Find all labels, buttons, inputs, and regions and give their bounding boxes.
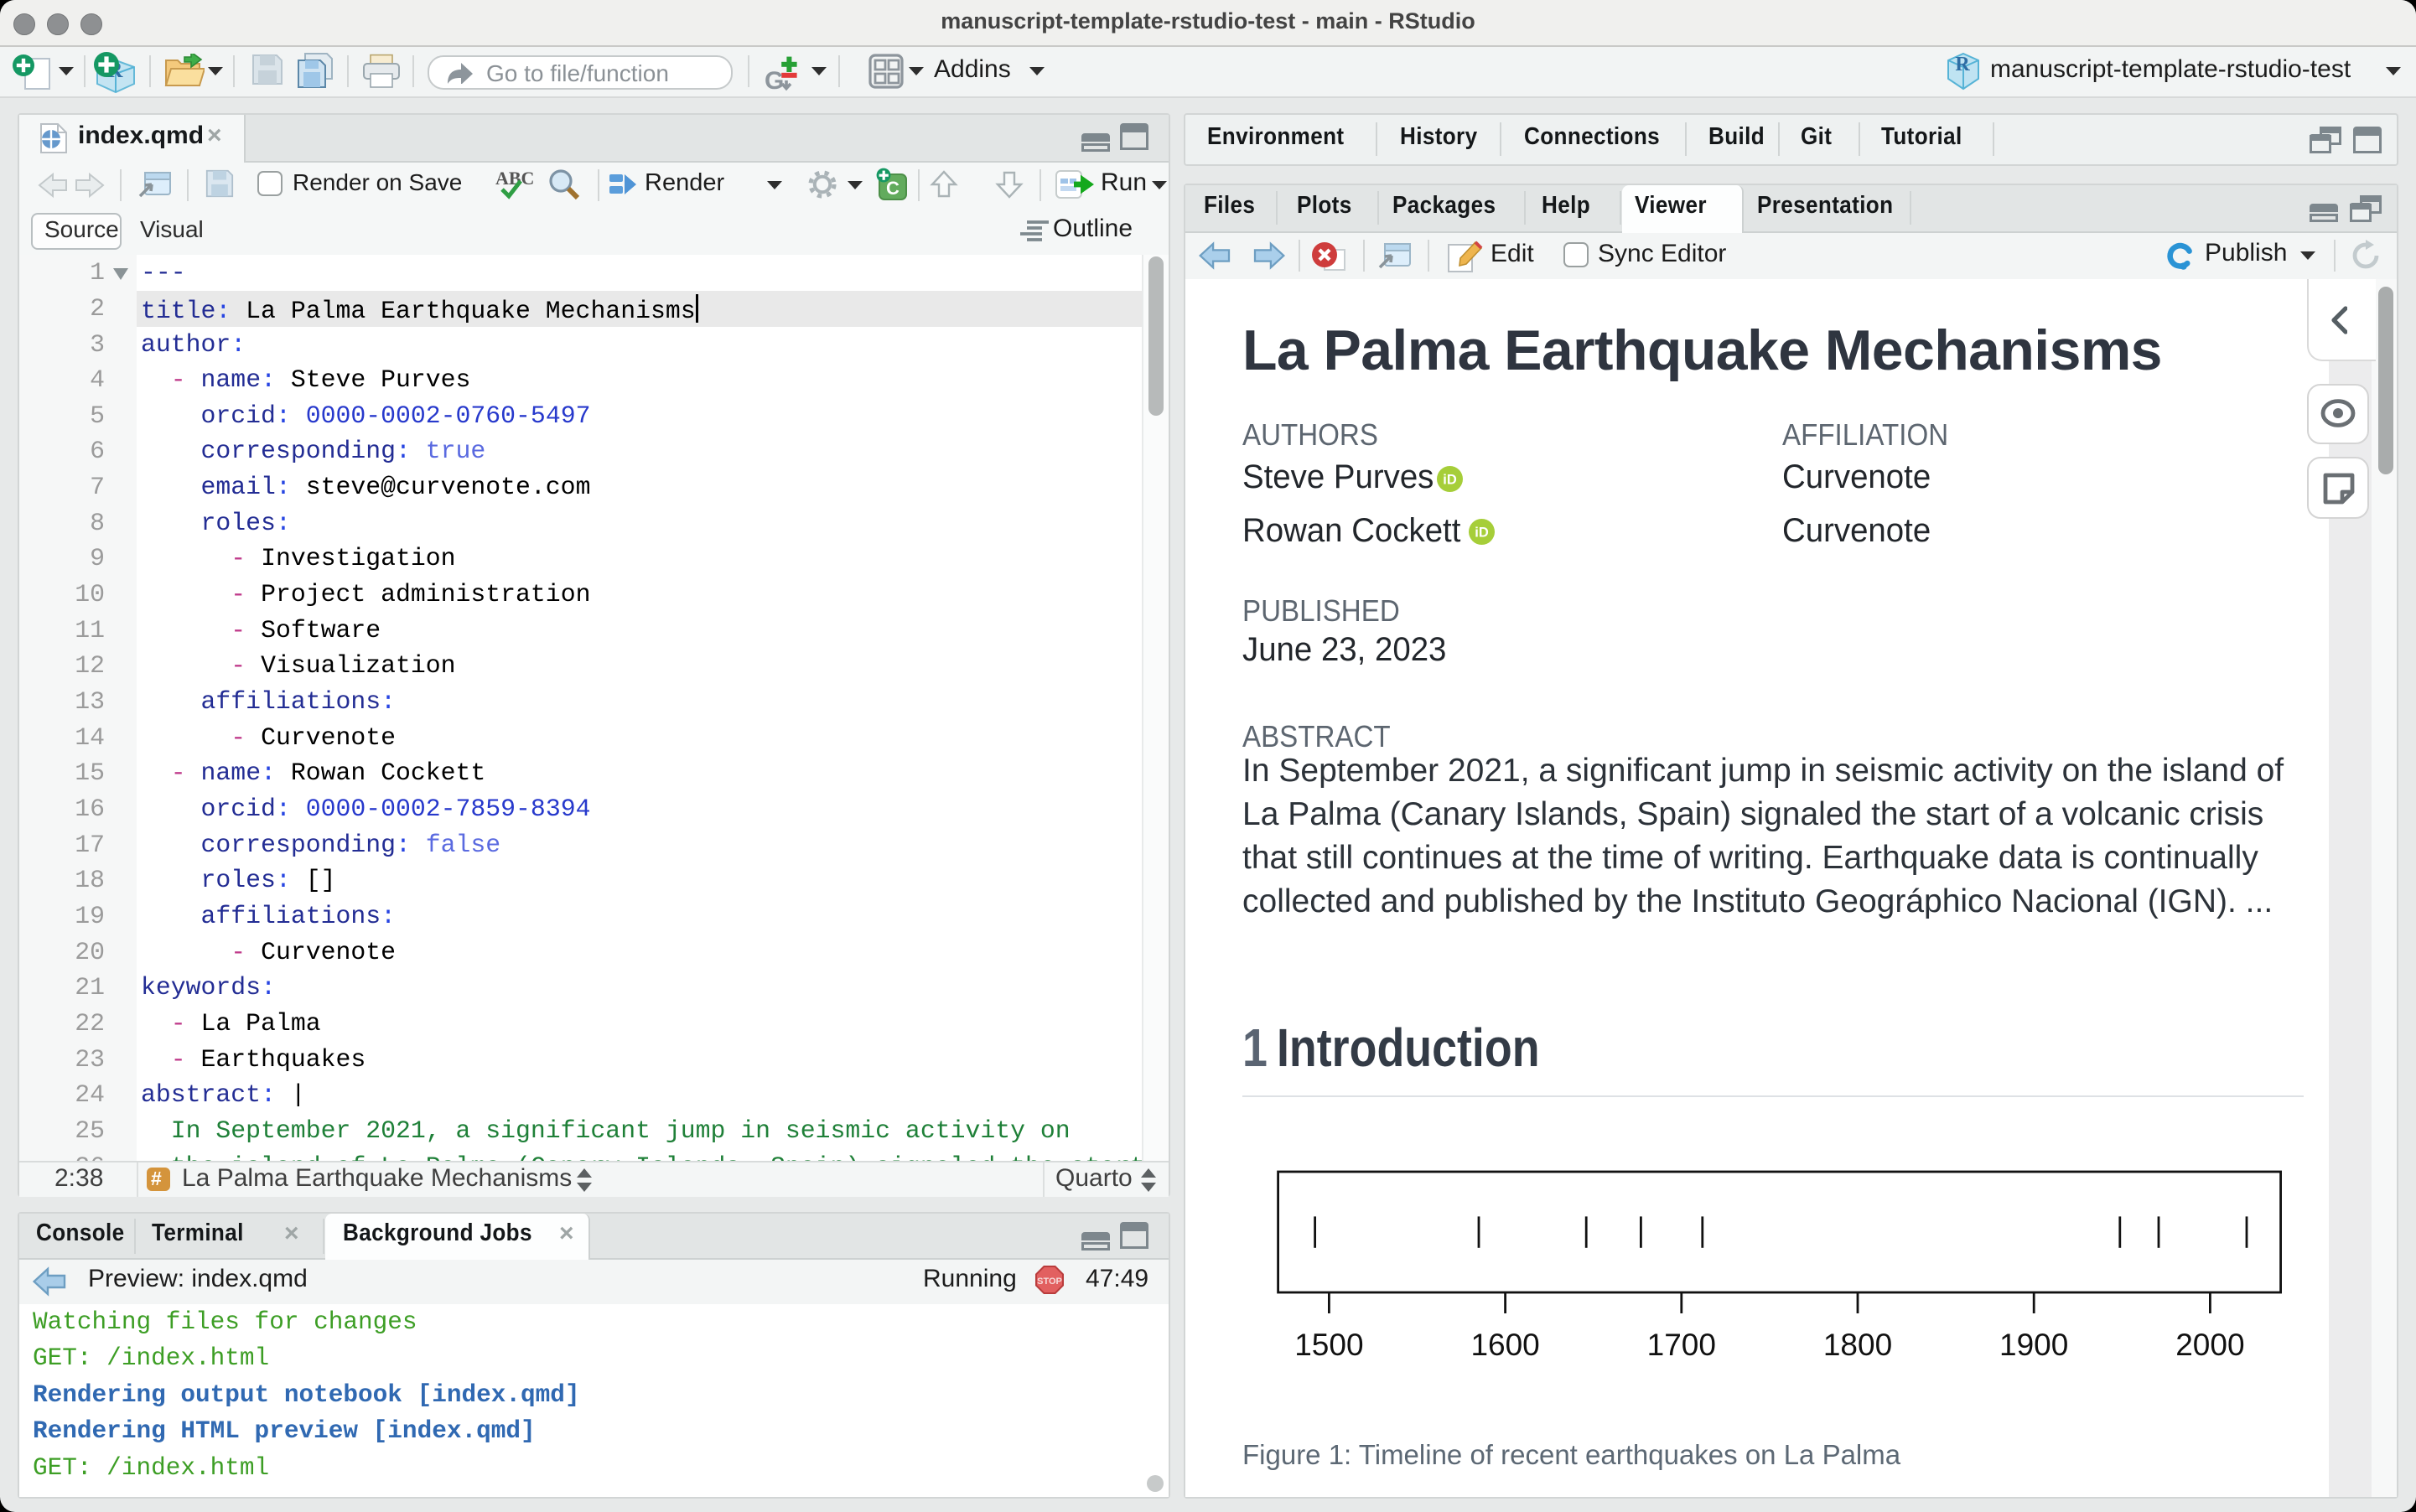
svg-text:2000: 2000 [2175,1328,2244,1362]
svg-text:1700: 1700 [1647,1328,1716,1362]
svg-text:G: G [765,67,784,92]
svg-text:iD: iD [1443,473,1457,488]
svg-text:1600: 1600 [1470,1328,1539,1362]
svg-text:iD: iD [1475,526,1489,541]
svg-text:C: C [886,178,900,199]
svg-text:1800: 1800 [1823,1328,1892,1362]
svg-text:1900: 1900 [1999,1328,2068,1362]
svg-text:R: R [1955,54,1970,75]
svg-text:STOP: STOP [1037,1276,1062,1287]
svg-text:1500: 1500 [1294,1328,1363,1362]
